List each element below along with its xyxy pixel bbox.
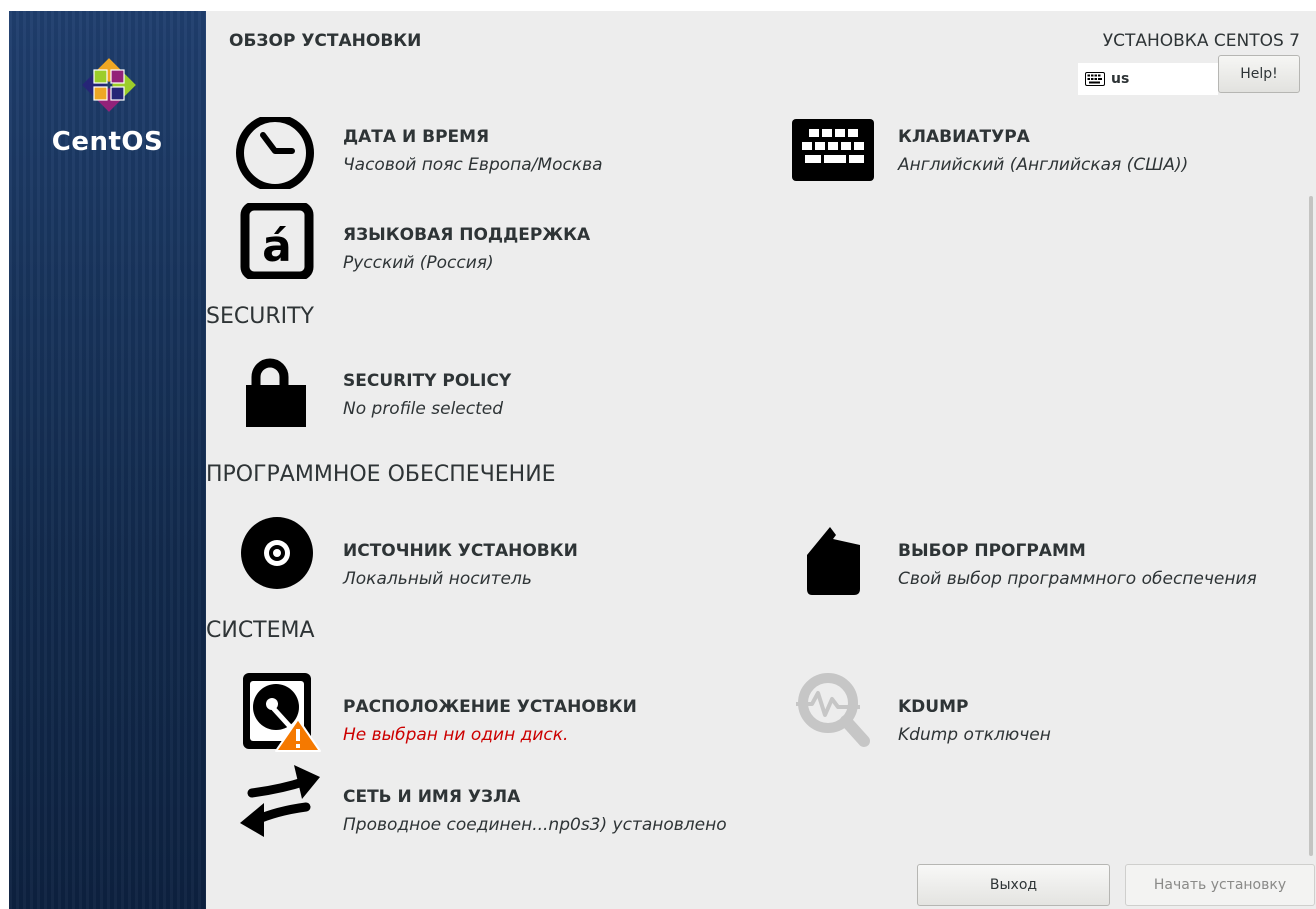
spoke-security-policy[interactable]: SECURITY POLICY No profile selected — [236, 357, 706, 431]
scrollbar[interactable] — [1309, 196, 1313, 856]
language-icon: á — [240, 203, 314, 279]
spoke-install-destination-title: РАСПОЛОЖЕНИЕ УСТАНОВКИ — [343, 697, 637, 717]
spoke-datetime[interactable]: ДАТА И ВРЕМЯ Часовой пояс Европа/Москва — [236, 117, 706, 197]
lock-icon — [246, 358, 306, 427]
sidebar: CentOS — [9, 11, 206, 909]
spoke-network[interactable]: СЕТЬ И ИМЯ УЗЛА Проводное соединен...np0… — [236, 761, 776, 841]
package-icon — [807, 527, 860, 595]
spoke-software-selection-status: Свой выбор программного обеспечения — [898, 569, 1257, 589]
network-arrows-icon — [240, 765, 320, 837]
spoke-software-selection-title: ВЫБОР ПРОГРАММ — [898, 541, 1086, 561]
spoke-kdump-title: KDUMP — [898, 697, 969, 717]
product-title: УСТАНОВКА CENTOS 7 — [1102, 31, 1300, 51]
kdump-magnifier-icon — [796, 673, 870, 747]
spoke-language-title: ЯЗЫКОВАЯ ПОДДЕРЖКА — [343, 225, 591, 245]
brand-name: CentOS — [51, 127, 164, 157]
main-panel: ОБЗОР УСТАНОВКИ УСТАНОВКА CENTOS 7 us He… — [206, 11, 1316, 909]
spoke-keyboard[interactable]: КЛАВИАТУРА Английский (Английская (США)) — [792, 117, 1312, 197]
spoke-security-policy-status: No profile selected — [343, 399, 504, 419]
spoke-network-status: Проводное соединен...np0s3) установлено — [343, 815, 727, 835]
section-software-header: ПРОГРАММНОЕ ОБЕСПЕЧЕНИЕ — [206, 462, 556, 487]
spoke-install-destination-status: Не выбран ни один диск. — [343, 725, 569, 745]
svg-text:á: á — [262, 221, 292, 272]
quit-button[interactable]: Выход — [917, 864, 1110, 906]
spoke-keyboard-status: Английский (Английская (США)) — [898, 155, 1189, 175]
help-button[interactable]: Help! — [1218, 55, 1300, 93]
keyboard-icon — [792, 119, 874, 181]
spoke-datetime-status: Часовой пояс Европа/Москва — [343, 155, 603, 175]
clock-icon — [236, 117, 314, 189]
spoke-datetime-title: ДАТА И ВРЕМЯ — [343, 127, 490, 147]
section-security-header: SECURITY — [206, 304, 314, 329]
keyboard-small-icon — [1085, 72, 1105, 86]
spoke-install-source-title: ИСТОЧНИК УСТАНОВКИ — [343, 541, 578, 561]
begin-installation-button[interactable]: Начать установку — [1125, 864, 1315, 906]
spoke-network-title: СЕТЬ И ИМЯ УЗЛА — [343, 787, 521, 807]
spoke-keyboard-title: КЛАВИАТУРА — [898, 127, 1030, 147]
section-system-header: СИСТЕМА — [206, 618, 315, 643]
harddisk-warning-icon — [243, 673, 321, 752]
spoke-security-policy-title: SECURITY POLICY — [343, 371, 512, 391]
spoke-software-selection[interactable]: ВЫБОР ПРОГРАММ Свой выбор программного о… — [792, 521, 1312, 601]
disc-icon — [241, 517, 313, 589]
window: CentOS ОБЗОР УСТАНОВКИ УСТАНОВКА CENTOS … — [0, 0, 1316, 909]
spoke-install-source-status: Локальный носитель — [343, 569, 532, 589]
spoke-language-status: Русский (Россия) — [343, 253, 494, 273]
centos-logo-icon — [82, 58, 136, 112]
keyboard-layout-indicator[interactable]: us — [1078, 63, 1218, 95]
spoke-install-source[interactable]: ИСТОЧНИК УСТАНОВКИ Локальный носитель — [236, 515, 706, 595]
spoke-kdump[interactable]: KDUMP Kdump отключен — [792, 671, 1312, 751]
page-title: ОБЗОР УСТАНОВКИ — [229, 31, 422, 51]
spoke-install-destination[interactable]: РАСПОЛОЖЕНИЕ УСТАНОВКИ Не выбран ни один… — [236, 669, 706, 753]
spoke-kdump-status: Kdump отключен — [898, 725, 1051, 745]
keyboard-layout-label: us — [1111, 71, 1130, 87]
spoke-language[interactable]: á ЯЗЫКОВАЯ ПОДДЕРЖКА Русский (Россия) — [236, 203, 706, 283]
